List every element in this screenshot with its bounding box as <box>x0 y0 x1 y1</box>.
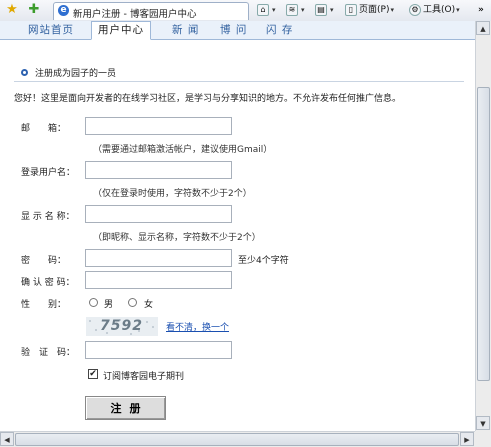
browser-toolbar: ★ ✚ e 新用户注册 - 博客园用户中心 ⌂ ▾ ≋ ▾ ▤ ▾ ▯ 页面(P)▾ ⚙… <box>0 0 491 22</box>
vertical-scrollbar[interactable]: ▲ ▼ <box>475 21 491 431</box>
register-button[interactable]: 注册 <box>85 396 166 420</box>
scroll-up-icon[interactable]: ▲ <box>476 21 490 35</box>
verify-code-field[interactable] <box>85 341 232 359</box>
vertical-scroll-thumb[interactable] <box>477 87 490 381</box>
password-hint: 至少4个字符 <box>238 256 289 266</box>
nav-item-flash[interactable]: 闪 存 <box>266 22 293 39</box>
scroll-right-icon[interactable]: ▶ <box>460 432 474 446</box>
email-label: 邮 箱： <box>21 124 67 134</box>
gender-female-radio[interactable] <box>128 298 137 307</box>
horizontal-scroll-thumb[interactable] <box>15 433 459 446</box>
section-title: 注册成为园子的一员 <box>35 69 117 79</box>
nav-item-qa[interactable]: 博 问 <box>220 22 247 39</box>
print-button[interactable]: ▤ ▾ <box>315 3 334 18</box>
browser-tab-title: 新用户注册 - 博客园用户中心 <box>73 9 197 20</box>
verify-code-label: 验 证 码： <box>21 348 76 358</box>
email-field[interactable] <box>85 117 232 135</box>
display-name-field[interactable] <box>85 205 232 223</box>
add-favorites-icon[interactable]: ✚ <box>27 3 41 17</box>
gear-icon: ⚙ <box>409 3 421 16</box>
password-field[interactable] <box>85 249 232 267</box>
ie-page-icon: e <box>58 5 69 16</box>
display-name-hint: （即昵称、显示名称，字符数不少于2个） <box>93 233 261 243</box>
chevron-more-icon[interactable]: » <box>478 3 484 18</box>
section-header: 注册成为园子的一员 <box>14 66 464 82</box>
password-label: 密 码： <box>21 256 67 266</box>
captcha-code: 7592 <box>100 318 143 334</box>
page-menu-label: 页面(P) <box>359 5 390 15</box>
username-hint: （仅在登录时使用，字符数不少于2个） <box>93 189 252 199</box>
nav-item-home[interactable]: 网站首页 <box>28 22 74 39</box>
horizontal-scrollbar[interactable]: ◀ ▶ <box>0 431 475 447</box>
confirm-password-label: 确 认 密 码： <box>21 278 75 288</box>
favorites-star-icon[interactable]: ★ <box>5 3 19 17</box>
print-icon: ▤ <box>315 3 327 16</box>
captcha-image: 7592 <box>86 317 158 336</box>
scroll-down-icon[interactable]: ▼ <box>476 416 490 430</box>
home-button[interactable]: ⌂ ▾ <box>257 3 276 18</box>
feeds-button[interactable]: ≋ ▾ <box>286 3 305 18</box>
feed-icon: ≋ <box>286 3 298 16</box>
tools-menu-button[interactable]: ⚙ 工具(O)▾ <box>409 3 460 18</box>
browser-tab[interactable]: e 新用户注册 - 博客园用户中心 <box>53 2 249 20</box>
captcha-refresh-link[interactable]: 看不清，换一个 <box>166 320 229 333</box>
gender-label: 性 别： <box>21 300 67 310</box>
username-label: 登录用户名： <box>21 168 76 178</box>
home-icon: ⌂ <box>257 3 269 16</box>
subscribe-label: 订阅博客园电子期刊 <box>103 372 185 382</box>
intro-text: 您好！这里是面向开发者的在线学习社区，是学习与分享知识的地方。不允许发布任何推广… <box>14 94 402 104</box>
gender-male-radio[interactable] <box>89 298 98 307</box>
nav-item-news[interactable]: 新 闻 <box>172 22 199 39</box>
scrollbar-corner <box>475 431 491 447</box>
username-field[interactable] <box>85 161 232 179</box>
subscribe-checkbox[interactable]: ✔ <box>88 369 98 379</box>
tools-menu-label: 工具(O) <box>423 5 456 15</box>
page-icon: ▯ <box>345 3 357 16</box>
gender-male-label: 男 <box>104 300 114 310</box>
gender-female-label: 女 <box>144 300 154 310</box>
site-nav: 网站首页 用户中心 新 闻 博 问 闪 存 <box>0 21 475 40</box>
nav-item-user-center[interactable]: 用户中心 <box>91 21 151 40</box>
confirm-password-field[interactable] <box>85 271 232 289</box>
display-name-label: 显 示 名 称： <box>21 212 75 222</box>
bullet-icon <box>21 69 28 76</box>
page-menu-button[interactable]: ▯ 页面(P)▾ <box>345 3 394 18</box>
email-hint: （需要通过邮箱激活帐户，建议使用Gmail） <box>93 145 273 155</box>
scroll-left-icon[interactable]: ◀ <box>0 432 14 446</box>
